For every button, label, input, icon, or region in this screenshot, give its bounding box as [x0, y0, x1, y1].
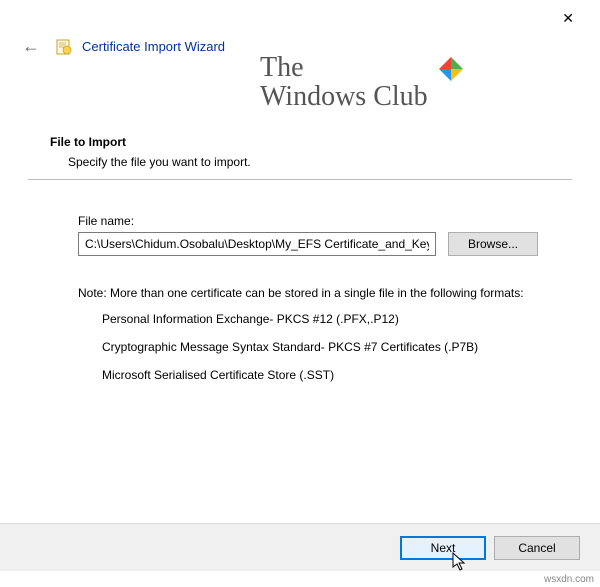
next-button[interactable]: Next	[400, 536, 486, 560]
cancel-button[interactable]: Cancel	[494, 536, 580, 560]
attribution-text: wsxdn.com	[544, 574, 594, 585]
back-arrow-icon[interactable]: ←	[16, 34, 46, 59]
browse-button[interactable]: Browse...	[448, 232, 538, 256]
footer-bar: Next Cancel	[0, 523, 600, 571]
file-name-input[interactable]	[78, 232, 436, 256]
note-item: Personal Information Exchange- PKCS #12 …	[102, 312, 572, 326]
certificate-icon	[56, 39, 72, 55]
watermark-logo-icon	[437, 55, 465, 86]
separator	[28, 179, 572, 180]
wizard-title: Certificate Import Wizard	[82, 39, 225, 54]
section-title: File to Import	[50, 135, 572, 149]
watermark: The Windows Club	[260, 53, 465, 112]
note-intro: Note: More than one certificate can be s…	[78, 286, 572, 300]
note-item: Microsoft Serialised Certificate Store (…	[102, 368, 572, 382]
section-description: Specify the file you want to import.	[68, 155, 572, 169]
note-item: Cryptographic Message Syntax Standard- P…	[102, 340, 572, 354]
file-name-label: File name:	[78, 214, 572, 228]
close-button[interactable]: ✕	[554, 6, 582, 31]
watermark-line2: Windows Club	[260, 81, 428, 112]
wizard-header: ← Certificate Import Wizard	[0, 0, 600, 59]
